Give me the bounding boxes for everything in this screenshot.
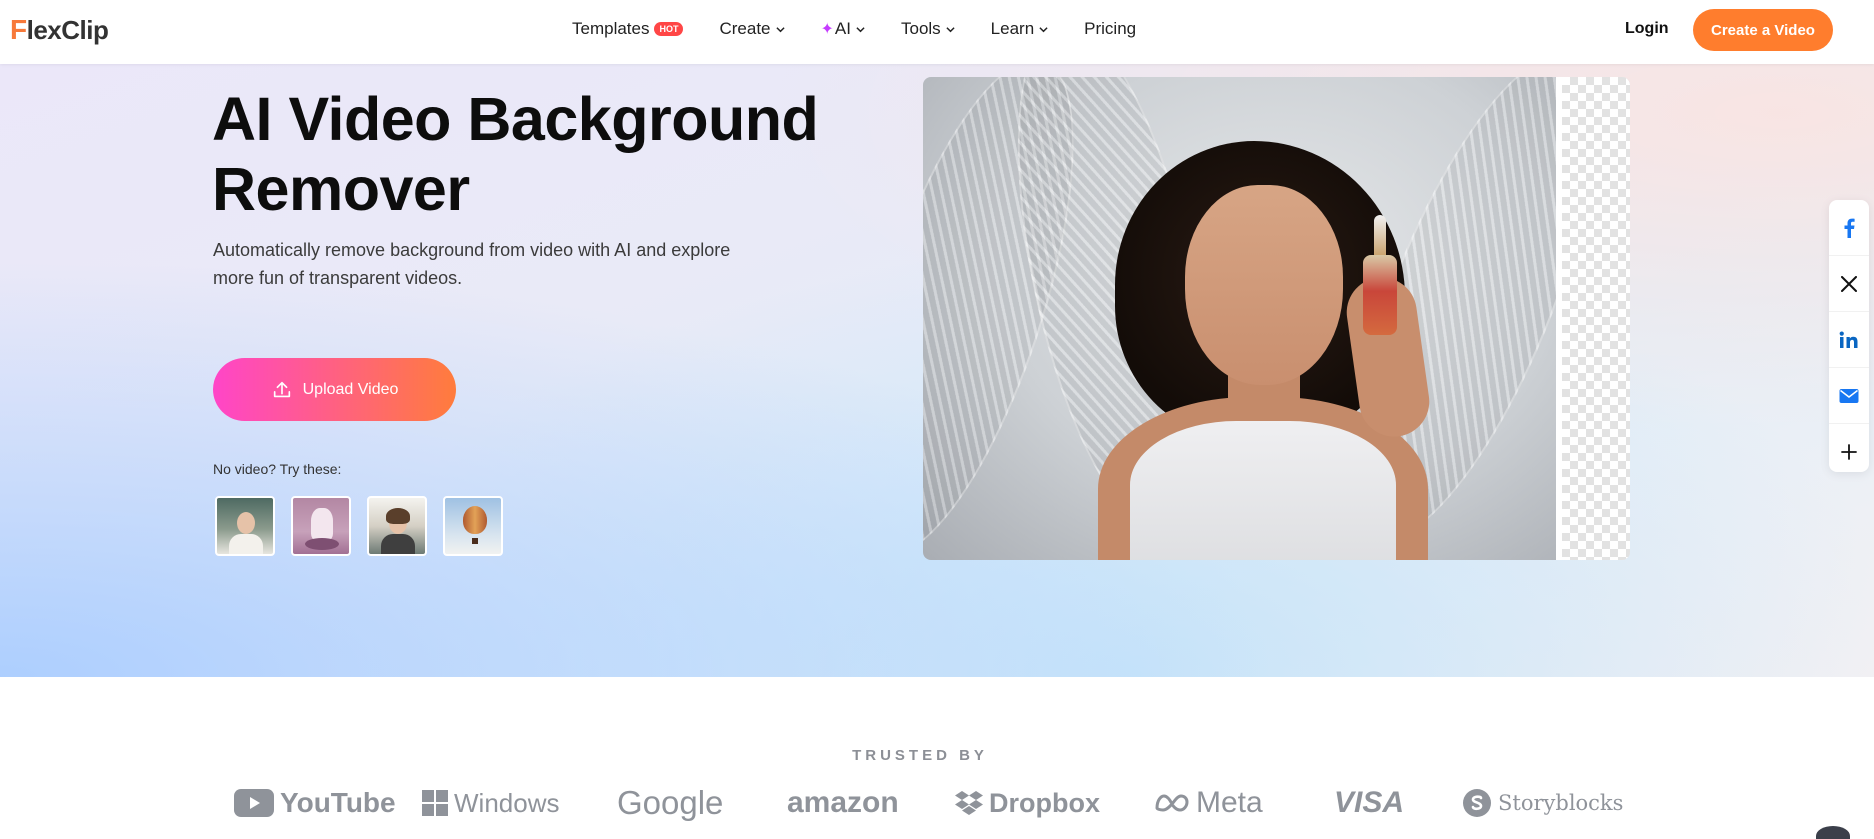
visa-logo: VISA [1334, 780, 1404, 826]
demo-video-preview [923, 77, 1630, 560]
chevron-down-icon [946, 26, 955, 32]
facebook-icon [1844, 218, 1855, 238]
share-bar [1829, 200, 1869, 472]
mail-icon [1839, 388, 1859, 403]
nav-learn[interactable]: Learn [991, 19, 1048, 39]
share-x[interactable] [1829, 256, 1869, 312]
brand-youtube: YouTube [280, 787, 396, 818]
transparent-background [1562, 77, 1630, 560]
youtube-play-icon [234, 789, 274, 817]
flexclip-logo[interactable]: FlexClip [10, 14, 109, 46]
nav-pricing-label: Pricing [1084, 19, 1137, 38]
nav-create-label: Create [719, 19, 771, 38]
plus-icon [1841, 444, 1857, 460]
chat-widget-button[interactable] [1816, 826, 1850, 839]
hero-subtitle: Automatically remove background from vid… [213, 240, 731, 288]
storyblocks-icon [1463, 789, 1491, 817]
x-icon [1841, 275, 1857, 292]
try-samples-label: No video? Try these: [213, 461, 342, 477]
windows-logo: Windows [422, 780, 559, 826]
upload-video-label: Upload Video [302, 380, 399, 398]
nav-templates-label: Templates [572, 19, 650, 38]
youtube-logo: YouTube [234, 780, 396, 826]
brand-dropbox: Dropbox [989, 787, 1100, 818]
chevron-down-icon [1039, 26, 1048, 32]
share-linkedin[interactable] [1829, 312, 1869, 368]
dropbox-icon [955, 791, 983, 815]
dropbox-logo: Dropbox [955, 780, 1100, 826]
sparkle-icon: ✦ [820, 21, 834, 38]
nav-create[interactable]: Create [719, 19, 785, 39]
sample-videos [215, 496, 519, 556]
create-video-button[interactable]: Create a Video [1693, 9, 1833, 51]
brand-meta: Meta [1196, 786, 1263, 819]
meta-logo: Meta [1154, 780, 1263, 826]
main-menu: Templates HOT Create ✦ AI Tools Learn Pr… [572, 0, 1172, 58]
storyblocks-logo: Storyblocks [1462, 780, 1623, 826]
chevron-down-icon [856, 26, 865, 32]
logo-text: lexClip [26, 14, 109, 45]
brand-amazon: amazon [787, 786, 899, 819]
brand-visa: VISA [1334, 786, 1405, 819]
nav-templates[interactable]: Templates HOT [572, 19, 684, 39]
share-email[interactable] [1829, 368, 1869, 424]
upload-icon [273, 381, 290, 397]
upload-video-button[interactable]: Upload Video [213, 358, 456, 421]
sample-video-vase[interactable] [291, 496, 351, 556]
nav-tools-label: Tools [900, 19, 941, 38]
login-link[interactable]: Login [1625, 20, 1669, 38]
nav-tools[interactable]: Tools [901, 19, 955, 39]
brand-storyblocks: Storyblocks [1498, 791, 1624, 815]
sample-video-balloon[interactable] [443, 496, 503, 556]
hot-badge: HOT [654, 22, 684, 36]
brand-google: Google [617, 784, 724, 821]
nav-pricing[interactable]: Pricing [1084, 19, 1136, 39]
share-more[interactable] [1829, 424, 1869, 480]
page-title: AI Video Background Remover [212, 85, 819, 223]
trusted-by-label: TRUSTED BY [852, 747, 988, 764]
sample-video-man[interactable] [367, 496, 427, 556]
serum-bottle [1363, 255, 1397, 335]
share-facebook[interactable] [1829, 200, 1869, 256]
google-logo: Google [617, 780, 723, 826]
windows-icon [422, 790, 448, 816]
brand-windows: Windows [454, 787, 560, 818]
top-nav: FlexClip Templates HOT Create ✦ AI Tools… [0, 0, 1874, 64]
chevron-down-icon [775, 26, 785, 32]
sample-video-woman[interactable] [215, 496, 275, 556]
person-face [1185, 185, 1343, 385]
nav-learn-label: Learn [990, 19, 1035, 38]
meta-infinity-icon [1155, 794, 1189, 812]
amazon-logo: amazon [787, 780, 899, 826]
nav-ai-label: AI [834, 19, 851, 38]
linkedin-icon [1839, 331, 1858, 348]
nav-ai[interactable]: ✦ AI [821, 19, 865, 39]
brand-logos: YouTube Windows Google amazon Dropbox Me… [0, 780, 1874, 826]
